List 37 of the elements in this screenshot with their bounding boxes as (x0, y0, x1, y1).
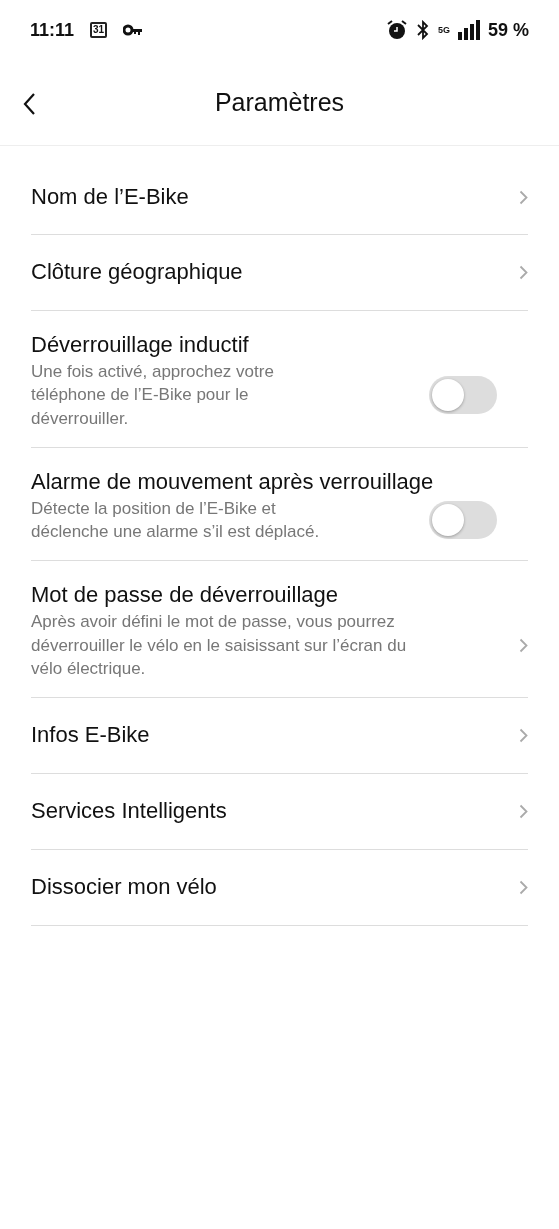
row-title: Mot de passe de déverrouillage (31, 581, 339, 610)
settings-row[interactable]: Alarme de mouvement après verrouillage Détecte la position de l’E-Bike et déclenche une alarme s’il est déplacé. (31, 448, 528, 562)
row-title: Déverrouillage inductif (31, 331, 250, 359)
row-title: Clôture géographique (31, 258, 243, 287)
network-type: 5G (437, 25, 450, 35)
chevron-right-icon (519, 804, 528, 820)
clock-time: 11:11 (30, 18, 75, 42)
settings-row[interactable]: Infos E-Bike (31, 698, 528, 775)
settings-row[interactable]: Clôture géographique (31, 235, 528, 311)
battery-level: 59 % (487, 18, 529, 42)
row-title: Dissocier mon vélo (31, 873, 217, 902)
chevron-right-icon (519, 728, 528, 744)
alarm-clock-icon (385, 19, 408, 41)
row-description: Détecte la position de l’E-Bike et déclenche une alarme s’il est déplacé. (31, 497, 321, 544)
toggle-switch[interactable] (429, 376, 497, 415)
row-description: Après avoir défini le mot de passe, vous pourrez déverrouiller le vélo en le saisissant sur l’écran du vélo électrique. (31, 610, 408, 681)
row-title: Alarme de mouvement après verrouillage (31, 468, 435, 496)
settings-row[interactable]: Déverrouillage inductif Une fois activé, approchez votre téléphone de l’E-Bike pour le déverrouiller. (31, 311, 528, 448)
settings-row[interactable]: Dissocier mon vélo (31, 850, 528, 927)
page-title: Paramètres (214, 86, 345, 118)
row-description: Une fois activé, approchez votre téléphone de l’E-Bike pour le déverrouiller. (31, 360, 275, 431)
row-title: Nom de l’E-Bike (31, 182, 189, 211)
key-icon (123, 24, 144, 36)
chevron-right-icon (519, 880, 528, 896)
chevron-right-icon (519, 189, 528, 205)
settings-row[interactable]: Nom de l’E-Bike (31, 146, 528, 235)
toggle-switch[interactable] (429, 501, 497, 540)
row-title: Services Intelligents (31, 797, 227, 826)
row-title: Infos E-Bike (31, 721, 150, 750)
calendar-icon: 31 (90, 22, 108, 38)
chevron-right-icon (519, 637, 528, 653)
signal-icon (457, 20, 480, 40)
settings-row[interactable]: Mot de passe de déverrouillage Après avoir défini le mot de passe, vous pourrez déverrouiller le vélo en le saisissant sur l’écran du vélo électrique. (31, 561, 528, 699)
settings-row[interactable]: Services Intelligents (31, 774, 528, 851)
chevron-right-icon (519, 265, 528, 280)
back-icon[interactable] (22, 92, 36, 116)
bluetooth-icon (415, 20, 430, 40)
